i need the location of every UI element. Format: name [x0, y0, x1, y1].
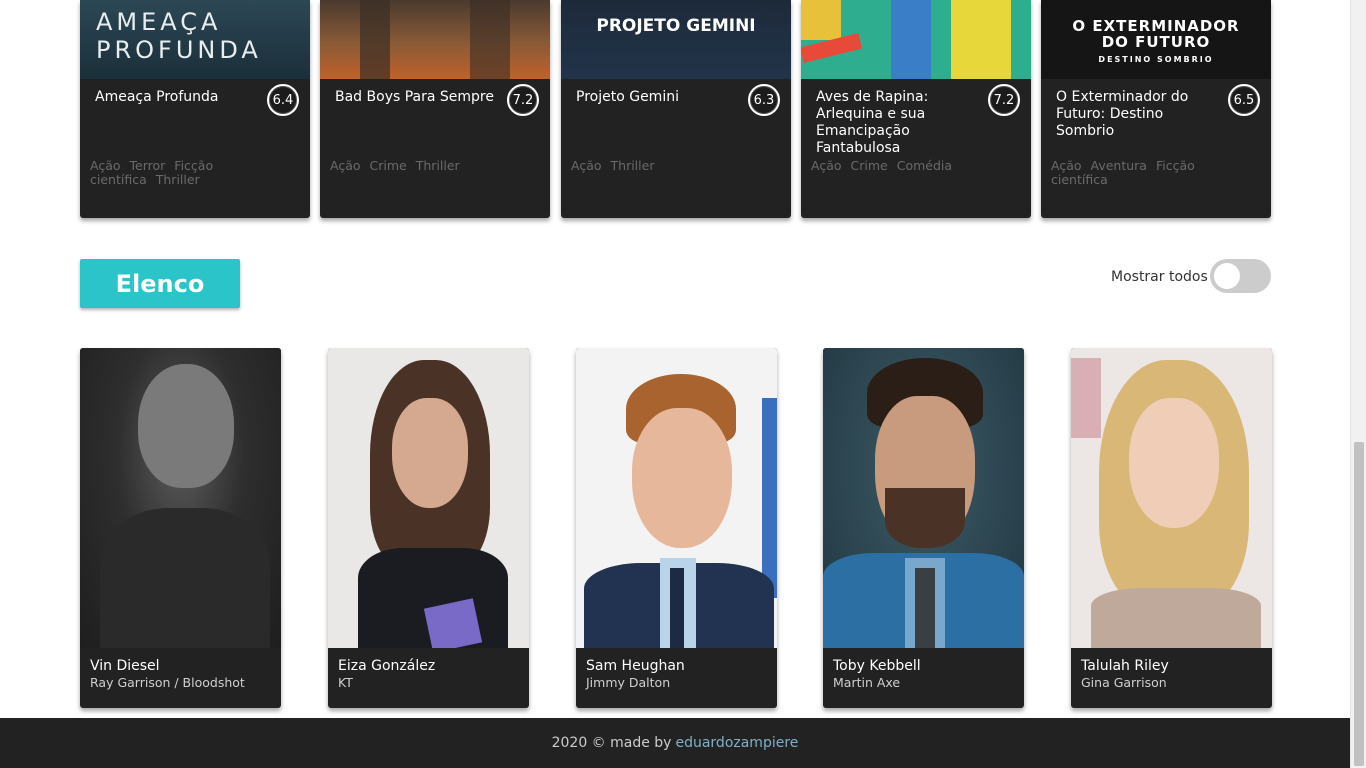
movie-card[interactable]: O EXTERMINADOR DO FUTURO DESTINO SOMBRIO… — [1041, 0, 1271, 218]
toggle-knob — [1214, 263, 1240, 289]
movie-poster — [320, 0, 550, 79]
movie-title: Ameaça Profunda — [95, 89, 219, 105]
movie-card[interactable]: Bad Boys Para Sempre 7.2 Ação Crime Thrill… — [320, 0, 550, 218]
genre-list: Ação Aventura Ficção científica — [1051, 159, 1261, 187]
footer: 2020 © made by eduardozampiere — [0, 718, 1350, 768]
character-name: Jimmy Dalton — [586, 675, 671, 690]
actor-photo — [80, 348, 281, 648]
movie-poster — [801, 0, 1031, 79]
movie-card[interactable]: PROJETO GEMINI Projeto Gemini 6.3 Ação Th… — [561, 0, 791, 218]
poster-title: AMEAÇA PROFUNDA — [96, 8, 262, 64]
movie-card[interactable]: AMEAÇA PROFUNDA Ameaça Profunda 6.4 Ação… — [80, 0, 310, 218]
cast-card[interactable]: Eiza González KT — [328, 348, 529, 708]
movie-title: Bad Boys Para Sempre — [335, 89, 494, 105]
genre-tag: Terror — [129, 158, 166, 173]
vertical-scrollbar[interactable] — [1350, 0, 1366, 768]
scrollbar-thumb[interactable] — [1354, 442, 1364, 766]
show-all-label: Mostrar todos — [1111, 269, 1208, 285]
genre-tag: Ação — [571, 158, 602, 173]
poster-subtitle: DESTINO SOMBRIO — [1098, 55, 1214, 64]
genre-list: Ação Crime Comédia — [811, 159, 1021, 173]
cast-card[interactable]: Vin Diesel Ray Garrison / Bloodshot — [80, 348, 281, 708]
genre-tag: Thriller — [415, 158, 460, 173]
genre-tag: Crime — [369, 158, 407, 173]
rating-badge: 6.4 — [267, 84, 299, 116]
genre-tag: Thriller — [155, 172, 200, 187]
actor-photo — [1071, 348, 1272, 648]
genre-list: Ação Thriller — [571, 159, 781, 173]
actor-photo — [328, 348, 529, 648]
rating-badge: 7.2 — [507, 84, 539, 116]
genre-list: Ação Terror Ficção científica Thriller — [90, 159, 300, 187]
movie-poster: PROJETO GEMINI — [561, 0, 791, 79]
actor-name: Toby Kebbell — [833, 658, 921, 674]
character-name: Gina Garrison — [1081, 675, 1167, 690]
movie-poster: AMEAÇA PROFUNDA — [80, 0, 310, 79]
genre-tag: Ação — [1051, 158, 1082, 173]
genre-tag: Ação — [330, 158, 361, 173]
footer-text: 2020 © made by — [551, 735, 672, 751]
genre-tag: Comédia — [896, 158, 953, 173]
character-name: Martin Axe — [833, 675, 901, 690]
genre-list: Ação Crime Thriller — [330, 159, 540, 173]
rating-badge: 7.2 — [988, 84, 1020, 116]
actor-name: Talulah Riley — [1081, 658, 1169, 674]
genre-tag: Aventura — [1090, 158, 1147, 173]
movie-card[interactable]: Aves de Rapina: Arlequina e sua Emancipa… — [801, 0, 1031, 218]
rating-badge: 6.3 — [748, 84, 780, 116]
poster-title: O EXTERMINADOR DO FUTURO — [1072, 17, 1240, 51]
genre-tag: Thriller — [610, 158, 655, 173]
actor-name: Vin Diesel — [90, 658, 160, 674]
rating-badge: 6.5 — [1228, 84, 1260, 116]
poster-title: PROJETO GEMINI — [596, 16, 756, 36]
movie-title: O Exterminador do Futuro: Destino Sombri… — [1056, 89, 1189, 139]
cast-card[interactable]: Talulah Riley Gina Garrison — [1071, 348, 1272, 708]
show-all-toggle[interactable] — [1210, 259, 1271, 293]
movie-poster: O EXTERMINADOR DO FUTURO DESTINO SOMBRIO — [1041, 0, 1271, 79]
author-link[interactable]: eduardozampiere — [675, 735, 798, 751]
movie-title: Aves de Rapina: Arlequina e sua Emancipa… — [816, 89, 929, 156]
character-name: Ray Garrison / Bloodshot — [90, 675, 245, 690]
actor-name: Sam Heughan — [586, 658, 685, 674]
genre-tag: Ação — [90, 158, 121, 173]
genre-tag: Ação — [811, 158, 842, 173]
actor-photo — [823, 348, 1024, 648]
character-name: KT — [338, 675, 353, 690]
movie-title: Projeto Gemini — [576, 89, 679, 105]
elenco-heading: Elenco — [80, 259, 240, 308]
cast-card[interactable]: Toby Kebbell Martin Axe — [823, 348, 1024, 708]
cast-card[interactable]: Sam Heughan Jimmy Dalton — [576, 348, 777, 708]
genre-tag: Crime — [850, 158, 888, 173]
actor-photo — [576, 348, 777, 648]
actor-name: Eiza González — [338, 658, 436, 674]
